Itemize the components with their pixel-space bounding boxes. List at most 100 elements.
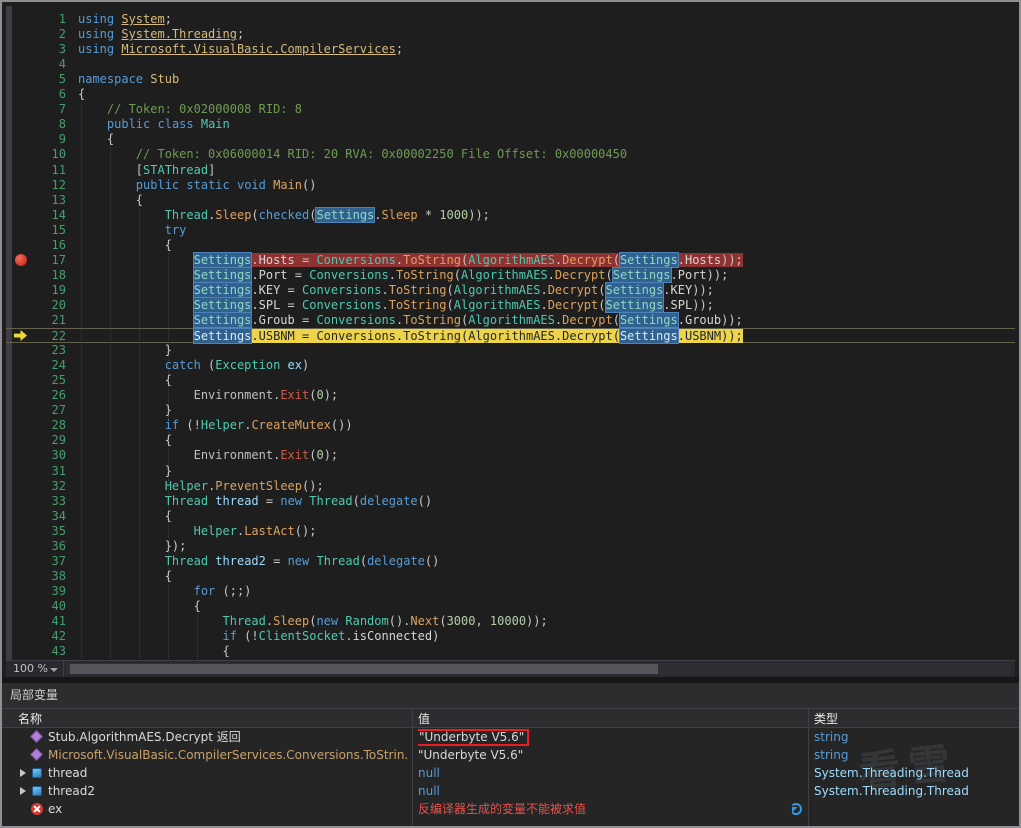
code-line-5[interactable]: 5 namespace Stub [6,72,1015,87]
column-divider[interactable] [412,708,413,826]
column-header-value[interactable]: 值 [418,710,430,728]
locals-row-Stub.AlgorithmAES.Decrypt 返回[interactable]: Stub.AlgorithmAES.Decrypt 返回 "Underbyte V… [2,728,1019,746]
code-line-44[interactable]: 44 ClientSocket.isDisconnected(); [6,659,1015,660]
code-token: new [287,553,310,568]
code-line-26[interactable]: 26 Environment.Exit(0); [6,388,1015,403]
code-line-15[interactable]: 15 try [6,223,1015,238]
code-token: USBNM [258,329,295,344]
code-line-18[interactable]: 18 Settings.Port = Conversions.ToString(… [6,267,1015,283]
horizontal-scrollbar[interactable] [66,663,1011,675]
code-token: Helper [193,523,237,538]
code-line-14[interactable]: 14 Thread.Sleep(checked(Settings.Sleep *… [6,207,1015,223]
column-header-type[interactable]: 类型 [814,710,838,728]
code-line-11[interactable]: 11 [STAThread] [6,163,1015,178]
code-line-22[interactable]: 22 Settings.USBNM = Conversions.ToString… [6,328,1015,344]
variable-value[interactable]: 反编译器生成的变量不能被求值 [418,800,798,818]
horizontal-scrollbar-thumb[interactable] [70,664,658,674]
locals-row-ex[interactable]: ex 反编译器生成的变量不能被求值 [2,800,1019,818]
code-line-13[interactable]: 13 { [6,193,1015,208]
code-line-39[interactable]: 39 for (;;) [6,584,1015,599]
current-statement-arrow-icon[interactable] [14,330,27,342]
code-line-27[interactable]: 27 } [6,403,1015,418]
code-line-20[interactable]: 20 Settings.SPL = Conversions.ToString(A… [6,297,1015,313]
code-token: } [78,343,172,358]
code-line-43[interactable]: 43 { [6,644,1015,659]
code-line-16[interactable]: 16 { [6,238,1015,253]
refresh-icon[interactable] [786,801,802,815]
code-line-12[interactable]: 12 public static void Main() [6,178,1015,193]
variable-value[interactable]: "Underbyte V5.6" [418,746,798,764]
code-line-19[interactable]: 19 Settings.KEY = Conversions.ToString(A… [6,282,1015,298]
variable-value[interactable]: null [418,764,798,782]
code-line-25[interactable]: 25 { [6,373,1015,388]
code-token: Decrypt [562,252,613,267]
code-token: checked [258,207,310,222]
zoom-level-dropdown[interactable]: 100 % [6,661,64,677]
code-line-3[interactable]: 3 using Microsoft.VisualBasic.CompilerSer… [6,42,1015,57]
line-number: 13 [51,192,66,207]
local-icon [32,786,42,796]
code-line-6[interactable]: 6{ [6,87,1015,102]
variable-value[interactable]: "Underbyte V5.6" [418,728,798,746]
code-token: Stub [150,72,180,87]
code-line-32[interactable]: 32 Helper.PreventSleep(); [6,479,1015,494]
code-token: public [106,117,151,132]
code-line-38[interactable]: 38 { [6,569,1015,584]
code-token: ; [395,42,404,57]
code-line-2[interactable]: 2 using System.Threading; [6,27,1015,42]
line-number: 24 [51,358,66,373]
local-icon [32,768,42,778]
code-token: Port [258,267,288,282]
locals-row-thread2[interactable]: thread2 null System.Threading.Thread [2,782,1019,800]
code-line-17[interactable]: 17 Settings.Hosts = Conversions.ToString… [6,252,1015,268]
code-token: ToString [403,252,461,267]
return-value-icon [30,748,43,761]
code-token: , [475,614,490,628]
line-number: 42 [51,629,66,644]
code-token: ; [164,12,172,26]
code-line-23[interactable]: 23 } [6,343,1015,358]
line-number: 36 [51,538,66,553]
code-line-37[interactable]: 37 Thread thread2 = new Thread(delegate(… [6,554,1015,569]
code-line-41[interactable]: 41 Thread.Sleep(new Random().Next(3000, … [6,614,1015,629]
code-line-33[interactable]: 33 Thread thread = new Thread(delegate() [6,494,1015,509]
locals-row-Microsoft.VisualBasic.CompilerServices.Conversions.ToStrin...[interactable]: Microsoft.VisualBasic.CompilerServices.C… [2,746,1019,764]
code-token: ToString [388,282,447,297]
code-line-34[interactable]: 34 { [6,509,1015,524]
code-token: Conversions [309,267,389,282]
column-divider[interactable] [808,708,809,826]
code-line-36[interactable]: 36 }); [6,539,1015,554]
code-token: * [417,207,440,222]
code-editor[interactable]: 1 using System; 2 using System.Threading; 3 u… [6,6,1015,660]
code-line-42[interactable]: 42 if (!ClientSocket.isConnected) [6,629,1015,644]
code-line-9[interactable]: 9 { [6,132,1015,147]
code-token: Thread [222,614,266,628]
code-line-40[interactable]: 40 { [6,599,1015,614]
code-line-24[interactable]: 24 catch (Exception ex) [6,358,1015,373]
code-line-35[interactable]: 35 Helper.LastAct(); [6,524,1015,539]
expand-arrow-icon[interactable] [20,769,26,777]
breakpoint-icon[interactable] [15,253,27,266]
column-header-name[interactable]: 名称 [18,710,42,728]
code-token: SPL [258,297,281,312]
code-line-4[interactable]: 4 [6,57,1015,72]
breakpoint-margin[interactable] [12,6,32,660]
code-token: . [251,329,259,344]
code-line-21[interactable]: 21 Settings.Groub = Conversions.ToString… [6,313,1015,328]
code-token: (! [236,629,259,644]
expand-arrow-icon[interactable] [20,787,26,795]
code-line-31[interactable]: 31 } [6,464,1015,479]
locals-row-thread[interactable]: thread null System.Threading.Thread [2,764,1019,782]
code-line-7[interactable]: 7 // Token: 0x02000008 RID: 8 [6,102,1015,117]
code-line-29[interactable]: 29 { [6,433,1015,448]
code-line-8[interactable]: 8 public class Main [6,117,1015,132]
code-line-28[interactable]: 28 if (!Helper.CreateMutex()) [6,418,1015,433]
code-line-30[interactable]: 30 Environment.Exit(0); [6,448,1015,463]
code-line-10[interactable]: 10 // Token: 0x06000014 RID: 20 RVA: 0x0… [6,147,1015,162]
code-line-1[interactable]: 1 using System; [6,12,1015,27]
code-token: ( [612,329,620,344]
variable-value[interactable]: null [418,782,798,800]
line-number: 1 [58,12,66,26]
